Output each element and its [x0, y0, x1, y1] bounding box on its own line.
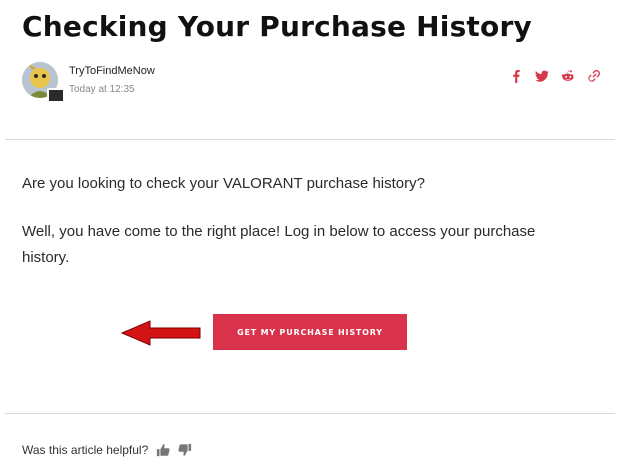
author-row: TryToFindMeNow Today at 12:35	[22, 62, 602, 103]
body-paragraph: Well, you have come to the right place! …	[22, 223, 536, 266]
facebook-icon[interactable]	[508, 68, 524, 84]
article-title: Checking Your Purchase History	[22, 10, 532, 43]
feedback-question: Was this article helpful?	[22, 443, 149, 457]
get-purchase-history-button[interactable]: GET MY PURCHASE HISTORY	[213, 314, 407, 350]
thumbs-down-icon[interactable]	[178, 443, 192, 457]
red-arrow-icon	[120, 320, 201, 346]
avatar-badge	[47, 88, 65, 103]
thumbs-up-icon[interactable]	[156, 443, 170, 457]
author-name[interactable]: TryToFindMeNow	[69, 65, 155, 77]
share-bar	[508, 68, 602, 84]
feedback-row: Was this article helpful?	[22, 443, 192, 457]
divider	[5, 139, 615, 140]
twitter-icon[interactable]	[534, 68, 550, 84]
intro-paragraph: Are you looking to check your VALORANT p…	[22, 175, 425, 192]
link-icon[interactable]	[586, 68, 602, 84]
divider	[5, 413, 615, 414]
reddit-icon[interactable]	[560, 68, 576, 84]
post-timestamp: Today at 12:35	[69, 84, 135, 95]
